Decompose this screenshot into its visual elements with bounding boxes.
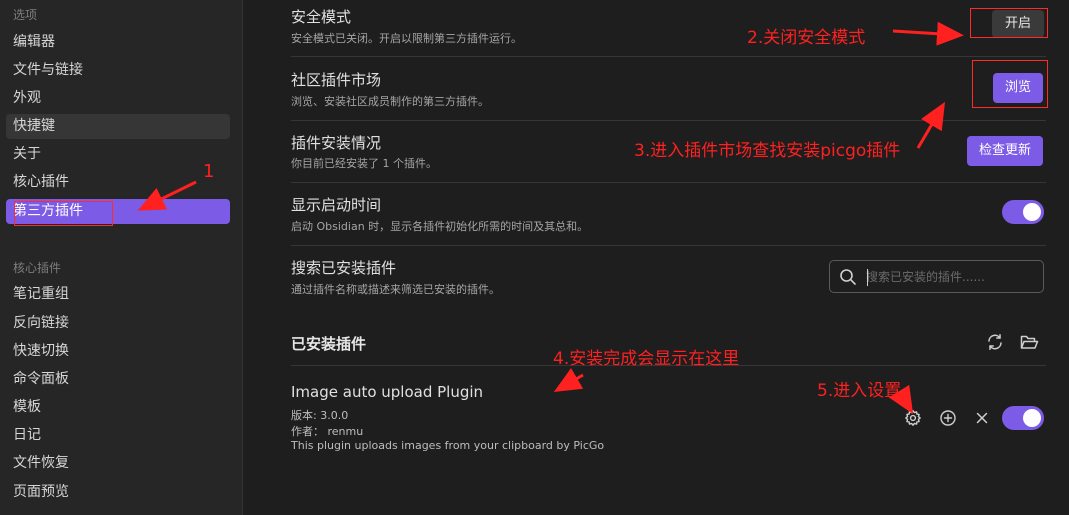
annotation-step-5: 5.进入设置 — [817, 381, 902, 401]
annotation-step-1: 1 — [203, 161, 215, 182]
installed-status-desc: 你目前已经安装了 1 个插件。 — [291, 157, 437, 170]
community-market-desc: 浏览、安装社区成员制作的第三方插件。 — [291, 95, 489, 108]
toggle-knob — [1023, 409, 1041, 427]
settings-window: 选项 编辑器 文件与链接 外观 快捷键 关于 核心插件 第三方插件 核心插件 笔… — [0, 0, 1069, 515]
close-icon[interactable] — [971, 407, 993, 429]
divider — [291, 120, 1046, 121]
divider — [291, 245, 1046, 246]
startup-time-title: 显示启动时间 — [291, 196, 382, 214]
annotation-step-3: 3.进入插件市场查找安装picgo插件 — [634, 141, 901, 161]
sidebar-item-editor[interactable]: 编辑器 — [6, 30, 230, 55]
installed-plugins-heading: 已安装插件 — [291, 335, 367, 353]
toggle-knob — [1023, 203, 1041, 221]
check-updates-button[interactable]: 检查更新 — [967, 136, 1043, 166]
sidebar-item-quick-switcher[interactable]: 快速切换 — [6, 339, 230, 364]
annotation-box-safe-mode — [970, 8, 1048, 38]
sidebar-item-templates[interactable]: 模板 — [6, 395, 230, 420]
sidebar-item-hotkeys[interactable]: 快捷键 — [6, 114, 230, 139]
refresh-icon[interactable] — [984, 331, 1006, 353]
sidebar-item-page-preview[interactable]: 页面预览 — [6, 480, 230, 505]
sidebar-heading-core: 核心插件 — [13, 261, 62, 275]
sidebar-item-core-plugins[interactable]: 核心插件 — [6, 170, 230, 195]
community-market-title: 社区插件市场 — [291, 71, 382, 89]
annotation-step-4: 4.安装完成会显示在这里 — [553, 349, 740, 369]
sidebar-item-command-palette[interactable]: 命令面板 — [6, 367, 230, 392]
plugin-description: This plugin uploads images from your cli… — [291, 439, 605, 452]
startup-time-toggle[interactable] — [1002, 200, 1044, 224]
plugin-enable-toggle[interactable] — [1002, 406, 1044, 430]
sidebar-item-daily-notes[interactable]: 日记 — [6, 423, 230, 448]
plus-circle-icon[interactable] — [937, 407, 959, 429]
plugin-author: 作者： renmu — [291, 425, 364, 438]
safe-mode-title: 安全模式 — [291, 8, 352, 26]
folder-open-icon[interactable] — [1018, 331, 1040, 353]
search-installed-desc: 通过插件名称或描述来筛选已安装的插件。 — [291, 283, 500, 296]
sidebar-item-about[interactable]: 关于 — [6, 142, 230, 167]
annotation-box-community-plugins — [14, 201, 113, 226]
startup-time-desc: 启动 Obsidian 时，显示各插件初始化所需的时间及其总和。 — [291, 220, 589, 233]
annotation-step-2: 2.关闭安全模式 — [747, 28, 866, 48]
annotation-box-browse — [972, 60, 1048, 108]
search-icon — [839, 268, 857, 290]
search-installed-box[interactable] — [829, 260, 1044, 293]
search-installed-title: 搜索已安装插件 — [291, 259, 397, 277]
sidebar-item-file-recovery[interactable]: 文件恢复 — [6, 451, 230, 476]
settings-content: 安全模式 安全模式已关闭。开启以限制第三方插件运行。 开启 社区插件市场 浏览、… — [244, 0, 1069, 515]
sidebar-item-note-composer[interactable]: 笔记重组 — [6, 282, 230, 307]
sidebar-item-appearance[interactable]: 外观 — [6, 86, 230, 111]
installed-status-title: 插件安装情况 — [291, 134, 382, 152]
sidebar-item-files-links[interactable]: 文件与链接 — [6, 58, 230, 83]
text-cursor — [867, 269, 868, 286]
sidebar-heading-options: 选项 — [13, 8, 38, 22]
plugin-name: Image auto upload Plugin — [291, 383, 484, 401]
search-installed-input[interactable] — [866, 266, 1036, 288]
sidebar-item-backlinks[interactable]: 反向链接 — [6, 311, 230, 336]
plugin-version: 版本: 3.0.0 — [291, 409, 349, 422]
settings-sidebar: 选项 编辑器 文件与链接 外观 快捷键 关于 核心插件 第三方插件 核心插件 笔… — [0, 0, 243, 515]
gear-icon[interactable] — [902, 407, 924, 429]
divider — [291, 56, 1046, 57]
divider — [291, 182, 1046, 183]
safe-mode-desc: 安全模式已关闭。开启以限制第三方插件运行。 — [291, 32, 522, 45]
